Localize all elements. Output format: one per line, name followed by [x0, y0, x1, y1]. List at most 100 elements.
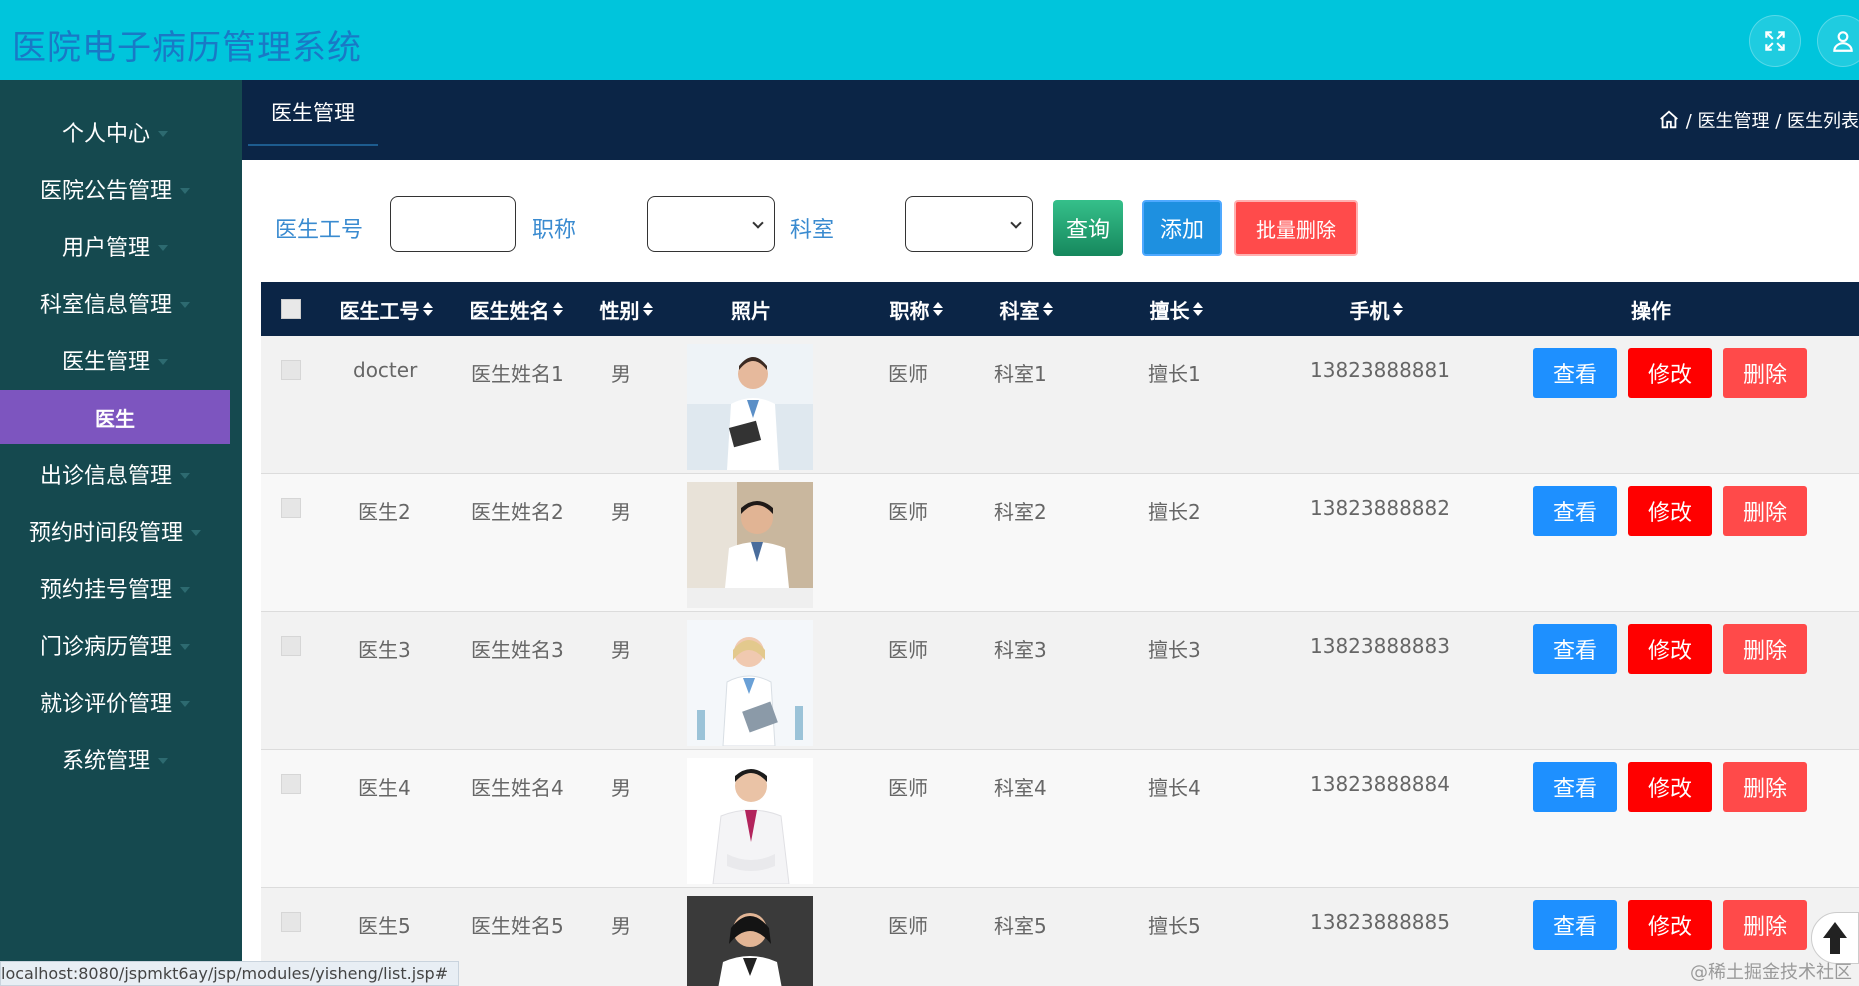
fullscreen-button[interactable]	[1749, 15, 1801, 67]
column-doctor-name[interactable]: 医生姓名	[461, 282, 571, 336]
sidebar-item-system-management[interactable]: 系统管理	[0, 732, 230, 786]
home-icon[interactable]	[1658, 109, 1680, 131]
sort-icon	[1042, 302, 1053, 316]
column-label: 医生工号	[339, 298, 420, 323]
edit-button[interactable]: 修改	[1628, 900, 1712, 950]
row-checkbox[interactable]	[281, 636, 301, 656]
column-label: 科室	[999, 298, 1040, 323]
edit-button[interactable]: 修改	[1628, 348, 1712, 398]
view-button[interactable]: 查看	[1533, 348, 1617, 398]
chevron-down-icon	[180, 188, 190, 194]
sidebar-item-doctor[interactable]: 医生	[0, 390, 230, 444]
edit-button[interactable]: 修改	[1628, 762, 1712, 812]
column-department[interactable]: 科室	[976, 282, 1076, 336]
breadcrumb-text: / 医生管理 / 医生列表	[1685, 111, 1859, 132]
sidebar-item-visit-evaluation[interactable]: 就诊评价管理	[0, 675, 230, 729]
sidebar-item-label: 医生管理	[61, 350, 150, 375]
view-button[interactable]: 查看	[1533, 762, 1617, 812]
cell-specialty: 擅长2	[1148, 500, 1201, 524]
sidebar-item-user-management[interactable]: 用户管理	[0, 219, 230, 273]
search-bar: 医生工号 职称 科室 查询 添加 批量删除	[242, 160, 1859, 280]
view-button[interactable]: 查看	[1533, 486, 1617, 536]
row-checkbox[interactable]	[281, 774, 301, 794]
sort-icon	[642, 302, 653, 316]
doctor-id-label: 医生工号	[275, 218, 364, 243]
chevron-down-icon	[158, 758, 168, 764]
column-phone[interactable]: 手机	[1321, 282, 1431, 336]
table-row: 医生3 医生姓名3 男 医师 科室3 擅长3 13823888883 查看 修改…	[261, 612, 1859, 750]
sidebar-item-visit-info[interactable]: 出诊信息管理	[0, 447, 230, 501]
column-label: 医生姓名	[469, 298, 550, 323]
cell-specialty: 擅长4	[1148, 776, 1201, 800]
cell-title: 医师	[888, 914, 928, 938]
title-select[interactable]	[647, 196, 775, 252]
add-button[interactable]: 添加	[1142, 200, 1222, 256]
column-doctor-id[interactable]: 医生工号	[331, 282, 441, 336]
table-row: 医生4 医生姓名4 男 医师 科室4 擅长4 13823888884 查看 修改…	[261, 750, 1859, 888]
row-checkbox[interactable]	[281, 912, 301, 932]
sort-icon	[1192, 302, 1203, 316]
cell-phone: 13823888882	[1310, 496, 1450, 520]
sidebar-item-outpatient-records[interactable]: 门诊病历管理	[0, 618, 230, 672]
doctor-id-input[interactable]	[390, 196, 516, 252]
breadcrumb: / 医生管理 / 医生列表	[1658, 80, 1859, 160]
sidebar-item-registration[interactable]: 预约挂号管理	[0, 561, 230, 615]
view-button[interactable]: 查看	[1533, 900, 1617, 950]
select-all-checkbox[interactable]	[281, 299, 301, 319]
sidebar-item-department-info[interactable]: 科室信息管理	[0, 276, 230, 330]
column-gender[interactable]: 性别	[591, 282, 661, 336]
cell-doctor-id: 医生2	[358, 500, 411, 524]
sidebar-item-label: 门诊病历管理	[39, 635, 172, 660]
column-photo: 照片	[701, 282, 801, 336]
cell-doctor-name: 医生姓名3	[471, 638, 564, 662]
edit-button[interactable]: 修改	[1628, 486, 1712, 536]
sidebar-item-time-slot[interactable]: 预约时间段管理	[0, 504, 230, 558]
delete-button[interactable]: 删除	[1723, 900, 1807, 950]
sidebar-item-label: 就诊评价管理	[39, 692, 172, 717]
sidebar-item-doctor-management[interactable]: 医生管理	[0, 333, 230, 387]
cell-doctor-name: 医生姓名1	[471, 362, 564, 386]
sidebar-item-personal-center[interactable]: 个人中心	[0, 105, 230, 159]
delete-button[interactable]: 删除	[1723, 348, 1807, 398]
delete-button[interactable]: 删除	[1723, 486, 1807, 536]
column-specialty[interactable]: 擅长	[1121, 282, 1231, 336]
view-button[interactable]: 查看	[1533, 624, 1617, 674]
chevron-down-icon	[180, 587, 190, 593]
delete-button[interactable]: 删除	[1723, 762, 1807, 812]
sort-icon	[1392, 302, 1403, 316]
doctor-photo	[687, 344, 813, 470]
sidebar-item-label: 个人中心	[61, 122, 150, 147]
fullscreen-icon	[1765, 31, 1785, 51]
chevron-down-icon	[158, 359, 168, 365]
back-to-top-button[interactable]	[1811, 912, 1859, 964]
cell-doctor-name: 医生姓名2	[471, 500, 564, 524]
table-row: 医生2 医生姓名2 男 医师 科室2 擅长2 13823888882 查看 修改…	[261, 474, 1859, 612]
doctor-photo	[687, 896, 813, 986]
table-row: 医生5 医生姓名5 男 医师 科室5 擅长5 13823888885 查看 修改…	[261, 888, 1859, 986]
sidebar-item-hospital-notice[interactable]: 医院公告管理	[0, 162, 230, 216]
chevron-down-icon	[752, 217, 764, 229]
cell-title: 医师	[888, 500, 928, 524]
chevron-down-icon	[191, 530, 201, 536]
cell-phone: 13823888884	[1310, 772, 1450, 796]
tab-doctor-management[interactable]: 医生管理	[248, 80, 378, 146]
row-checkbox[interactable]	[281, 360, 301, 380]
chevron-down-icon	[158, 131, 168, 137]
row-checkbox[interactable]	[281, 498, 301, 518]
watermark: @稀土掘金技术社区	[1690, 962, 1852, 983]
batch-delete-button[interactable]: 批量删除	[1234, 200, 1358, 256]
arrow-up-icon	[1823, 922, 1847, 954]
cell-gender: 男	[611, 638, 631, 662]
department-select[interactable]	[905, 196, 1033, 252]
edit-button[interactable]: 修改	[1628, 624, 1712, 674]
column-title[interactable]: 职称	[861, 282, 971, 336]
doctor-photo	[687, 758, 813, 884]
sidebar-item-label: 科室信息管理	[39, 293, 172, 318]
delete-button[interactable]: 删除	[1723, 624, 1807, 674]
cell-phone: 13823888883	[1310, 634, 1450, 658]
cell-department: 科室4	[994, 776, 1047, 800]
query-button[interactable]: 查询	[1053, 200, 1123, 256]
sidebar-item-label: 用户管理	[61, 236, 150, 261]
cell-gender: 男	[611, 776, 631, 800]
user-button[interactable]	[1817, 15, 1859, 67]
